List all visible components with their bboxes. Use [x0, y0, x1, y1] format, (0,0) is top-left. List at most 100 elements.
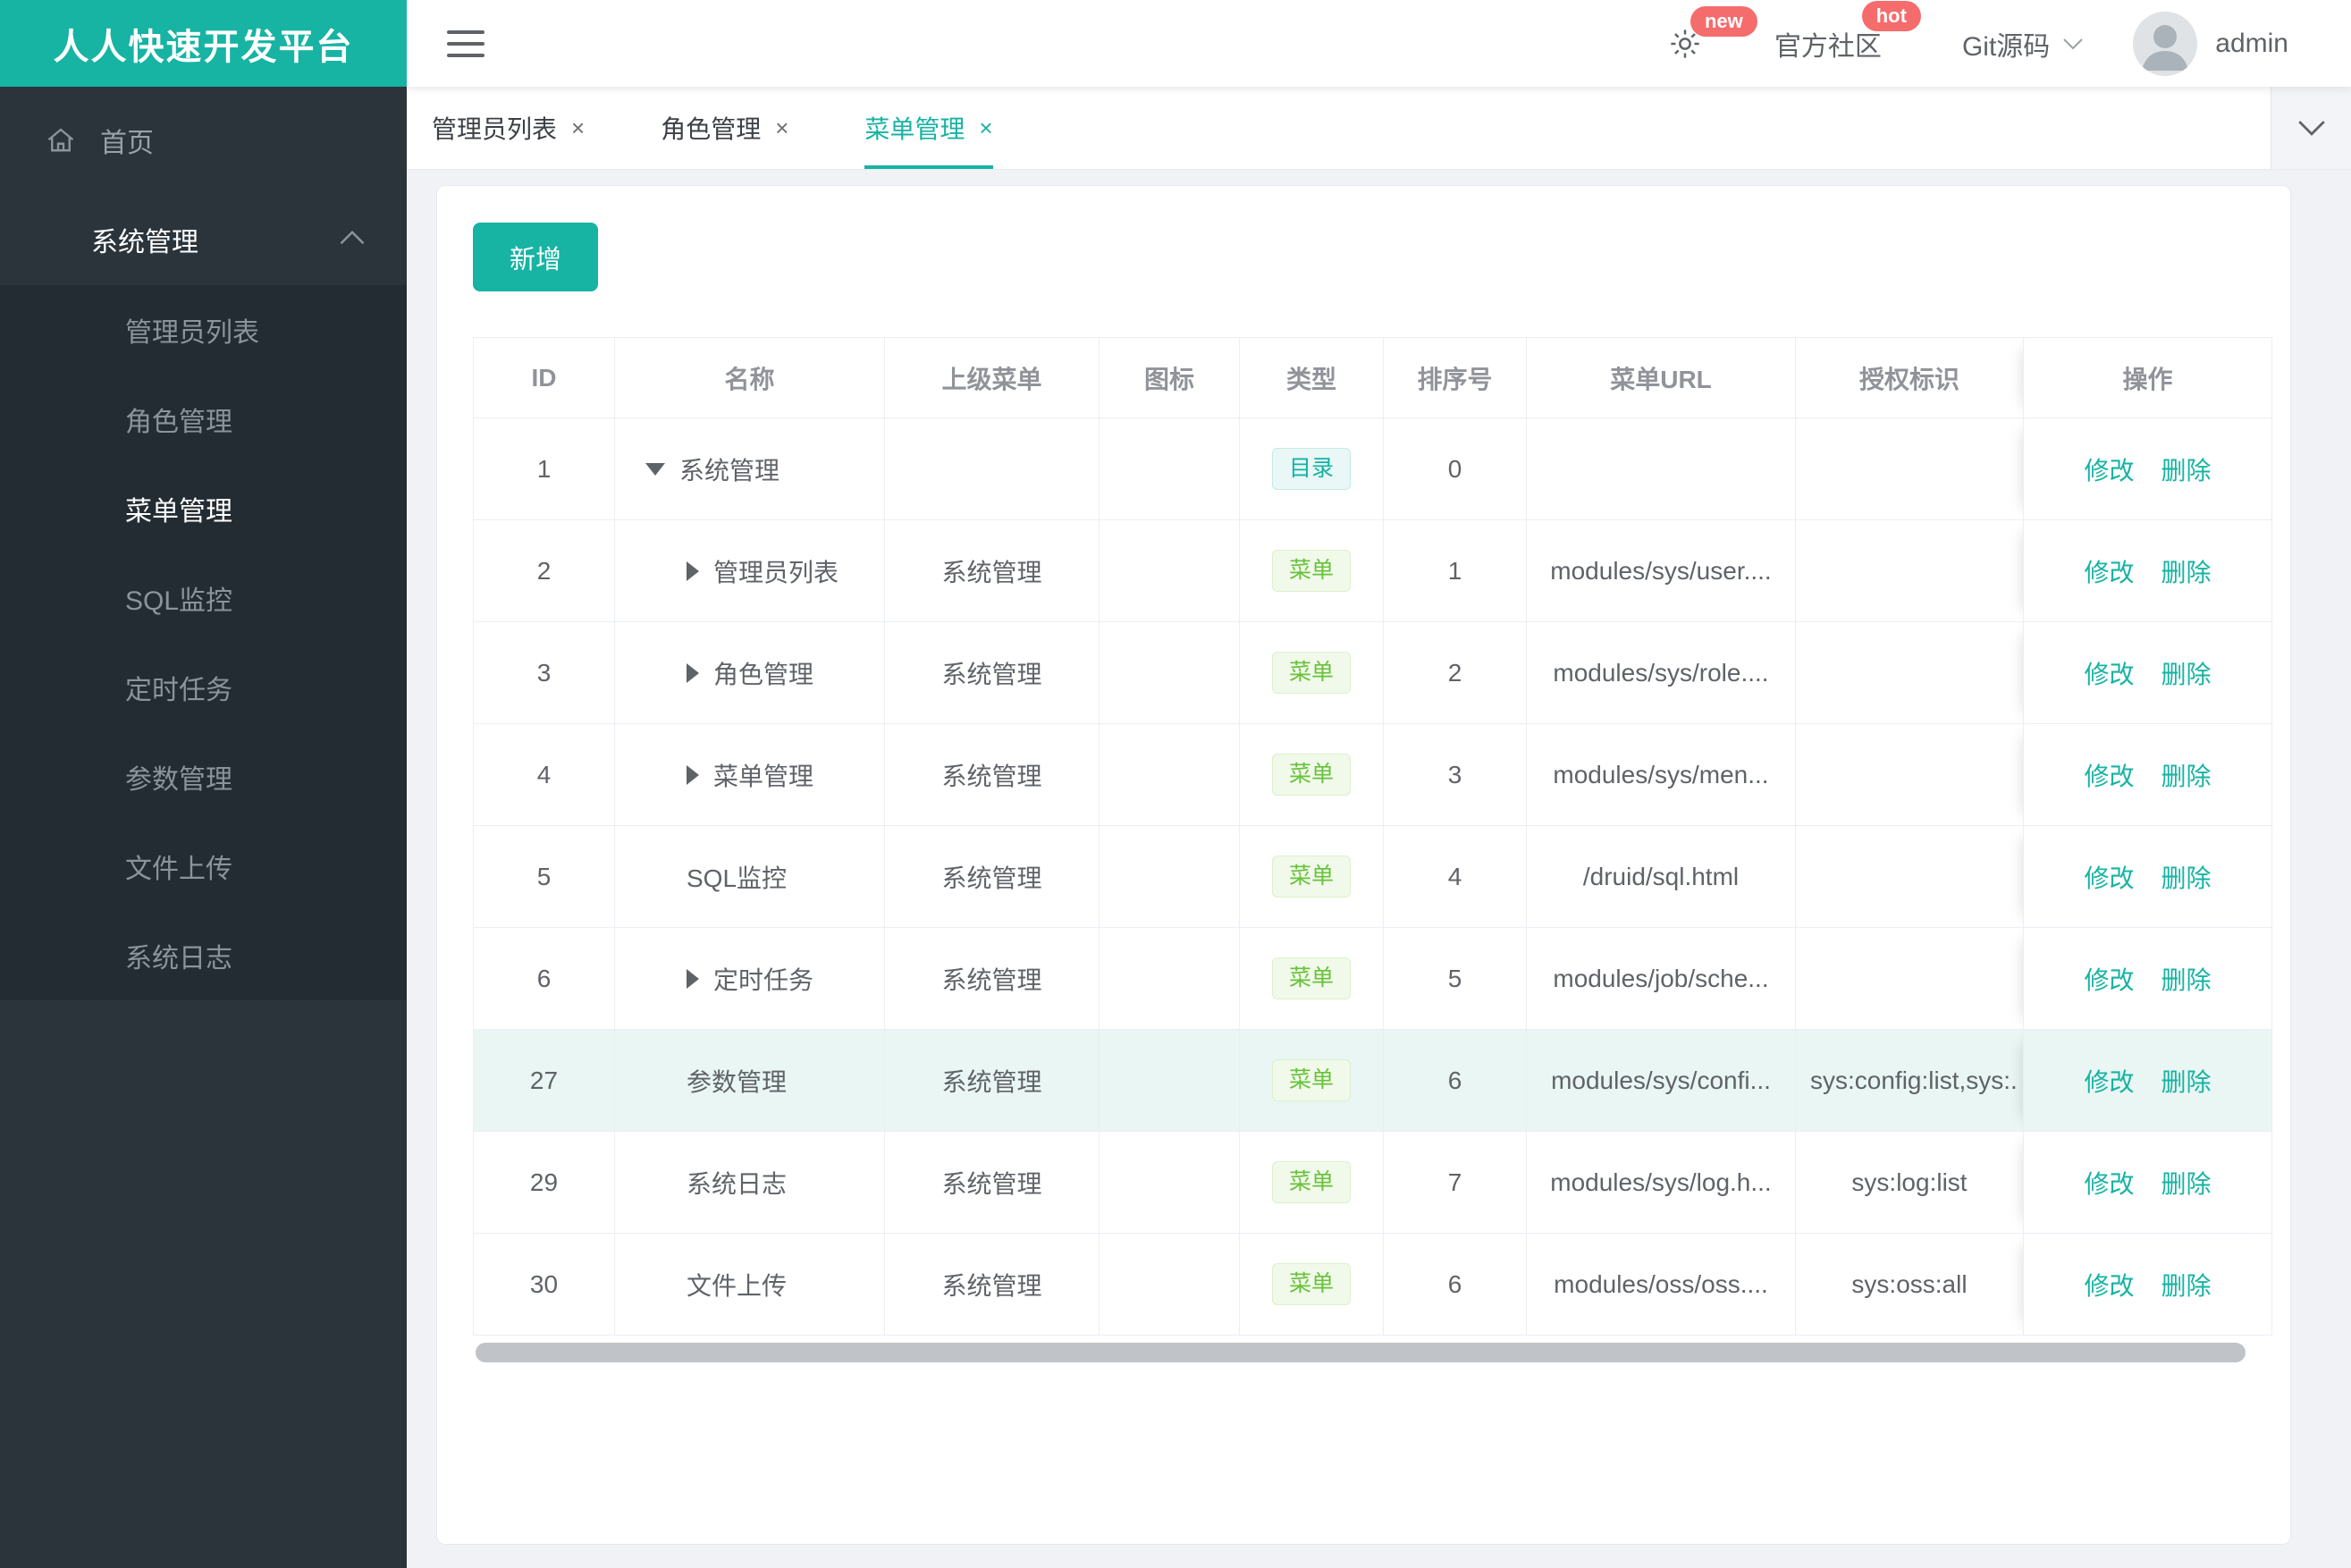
delete-link[interactable]: 删除: [2161, 1170, 2212, 1198]
tab-close-icon[interactable]: ×: [775, 114, 788, 142]
menu-name: 系统管理: [679, 456, 780, 485]
community-link[interactable]: 官方社区 hot: [1774, 0, 1921, 63]
cell-name: SQL监控: [614, 825, 885, 928]
topbar-right: new 官方社区 hot Git源码 admin: [1667, 0, 2351, 76]
type-tag: 目录: [1271, 448, 1351, 490]
table-row: 1 系统管理 目录 0 修改 删除: [473, 417, 2272, 520]
table-row: 30 文件上传 系统管理 菜单 6 modules/oss/oss.... sys:oss:…: [473, 1233, 2272, 1336]
edit-link[interactable]: 修改: [2084, 763, 2134, 790]
column-header: 图标: [1099, 337, 1240, 418]
edit-link[interactable]: 修改: [2084, 1272, 2134, 1300]
column-header: 授权标识: [1795, 337, 2024, 418]
cell-name: 系统管理: [614, 417, 885, 520]
sidebar-item-home[interactable]: 首页: [0, 87, 407, 194]
edit-link[interactable]: 修改: [2084, 457, 2134, 485]
cell-name: 管理员列表: [614, 519, 885, 622]
tabbar: 管理员列表 × 角色管理 × 菜单管理 ×: [407, 87, 2351, 170]
sidebar-item[interactable]: 系统日志: [0, 911, 407, 1000]
tabs-dropdown-button[interactable]: [2271, 87, 2351, 169]
cell-order: 0: [1383, 417, 1527, 520]
cell-id: 4: [473, 723, 615, 826]
open-tabs: 管理员列表 × 角色管理 × 菜单管理 ×: [432, 87, 1069, 169]
tab-close-icon[interactable]: ×: [979, 114, 992, 142]
edit-link[interactable]: 修改: [2084, 559, 2134, 586]
cell-id: 30: [473, 1233, 615, 1336]
table-row: 27 参数管理 系统管理 菜单 6 modules/sys/confi... sys:con…: [473, 1029, 2272, 1132]
cell-menu-url: modules/job/sche...: [1526, 927, 1796, 1030]
cell-icon: [1099, 927, 1240, 1030]
home-icon: [45, 124, 77, 156]
menu-toggle-button[interactable]: [447, 22, 485, 65]
community-label: 官方社区: [1774, 31, 1882, 62]
topbar: new 官方社区 hot Git源码 admin: [407, 0, 2351, 87]
cell-actions: 修改 删除: [2023, 825, 2272, 928]
cell-perms: [1795, 927, 2024, 1030]
sidebar-submenu: 管理员列表 角色管理 菜单管理 SQL监控 定时任务 参数管理 文件上传 系统日志: [0, 285, 407, 1000]
tab[interactable]: 管理员列表 ×: [432, 87, 585, 169]
menu-name: 角色管理: [713, 660, 814, 688]
delete-link[interactable]: 删除: [2161, 559, 2212, 586]
edit-link[interactable]: 修改: [2084, 966, 2134, 994]
type-tag: 菜单: [1271, 652, 1351, 694]
cell-order: 5: [1383, 927, 1527, 1030]
sidebar-item[interactable]: 管理员列表: [0, 285, 407, 375]
delete-link[interactable]: 删除: [2161, 1068, 2212, 1096]
tab[interactable]: 菜单管理 ×: [864, 87, 993, 169]
tab[interactable]: 角色管理 ×: [661, 87, 788, 169]
delete-link[interactable]: 删除: [2161, 763, 2212, 790]
table-row: 4 菜单管理 系统管理 菜单 3 modules/sys/men... 修改 删除: [473, 723, 2272, 826]
scrollbar-thumb[interactable]: [476, 1343, 2246, 1362]
edit-link[interactable]: 修改: [2084, 1170, 2134, 1198]
cell-type: 目录: [1239, 417, 1384, 520]
tab-close-icon[interactable]: ×: [571, 114, 585, 142]
sidebar-item[interactable]: 菜单管理: [0, 464, 407, 553]
type-tag: 菜单: [1271, 754, 1351, 796]
delete-link[interactable]: 删除: [2161, 661, 2212, 688]
settings-button[interactable]: new: [1667, 5, 1757, 62]
cell-icon: [1099, 1131, 1240, 1234]
triangle-right-icon[interactable]: [687, 968, 699, 989]
triangle-right-icon[interactable]: [687, 561, 699, 581]
cell-parent-menu: 系统管理: [884, 621, 1100, 724]
cell-actions: 修改 删除: [2023, 927, 2272, 1030]
cell-actions: 修改 删除: [2023, 621, 2272, 724]
triangle-down-icon[interactable]: [645, 462, 665, 476]
cell-type: 菜单: [1239, 519, 1384, 622]
cell-order: 6: [1383, 1233, 1527, 1336]
username[interactable]: admin: [2215, 29, 2288, 59]
triangle-right-icon[interactable]: [687, 662, 699, 683]
sidebar: 人人快速开发平台 首页 系统管理 管理员列表 角色管理 菜单管理 SQL监控 定时任务参…: [0, 0, 407, 1568]
delete-link[interactable]: 删除: [2161, 457, 2212, 485]
sidebar-item[interactable]: 参数管理: [0, 732, 407, 822]
cell-id: 3: [473, 621, 615, 724]
menu-name: SQL监控: [687, 864, 788, 892]
menu-name: 定时任务: [713, 965, 814, 994]
edit-link[interactable]: 修改: [2084, 864, 2134, 892]
delete-link[interactable]: 删除: [2161, 966, 2212, 994]
cell-id: 29: [473, 1131, 615, 1234]
menu-table: ID 名称 上级菜单 图标 类型 排序号 菜单URL 授权标识 操作 1 系统管理 目录 0 修改 删除 2…: [473, 337, 2272, 1336]
cell-parent-menu: 系统管理: [884, 723, 1100, 826]
cell-order: 4: [1383, 825, 1527, 928]
horizontal-scrollbar[interactable]: [473, 1339, 2271, 1366]
git-source-link[interactable]: Git源码: [1962, 24, 2084, 63]
sidebar-item[interactable]: SQL监控: [0, 553, 407, 643]
triangle-right-icon[interactable]: [687, 764, 699, 785]
add-button[interactable]: 新增: [473, 223, 598, 291]
cell-id: 5: [473, 825, 615, 928]
sidebar-item[interactable]: 定时任务: [0, 643, 407, 732]
edit-link[interactable]: 修改: [2084, 1068, 2134, 1096]
sidebar-item[interactable]: 角色管理: [0, 375, 407, 464]
type-tag: 菜单: [1271, 856, 1351, 898]
delete-link[interactable]: 删除: [2161, 1272, 2212, 1300]
avatar[interactable]: [2133, 11, 2198, 76]
cell-perms: sys:oss:all: [1795, 1233, 2024, 1336]
cell-type: 菜单: [1239, 927, 1384, 1030]
sidebar-group-system[interactable]: 系统管理: [0, 194, 407, 285]
cell-perms: [1795, 621, 2024, 724]
cell-perms: [1795, 723, 2024, 826]
edit-link[interactable]: 修改: [2084, 661, 2134, 688]
cell-parent-menu: 系统管理: [884, 1131, 1100, 1234]
delete-link[interactable]: 删除: [2161, 864, 2212, 892]
sidebar-item[interactable]: 文件上传: [0, 822, 407, 911]
